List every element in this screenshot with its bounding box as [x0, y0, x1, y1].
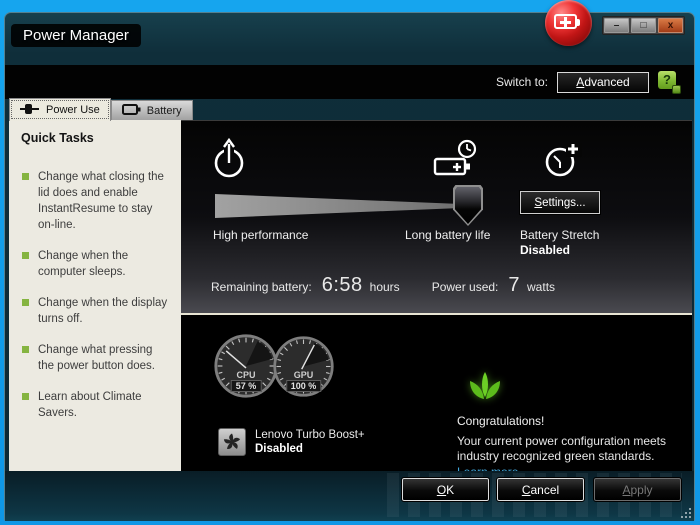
power-plan-slider-track[interactable] — [215, 194, 473, 218]
desktop-background: Power Manager – □ x Switch to: Advanced … — [0, 0, 700, 525]
plug-icon — [20, 103, 40, 118]
task-link-lid[interactable]: Change what closing the lid does and ena… — [21, 169, 171, 233]
advanced-button[interactable]: Advanced — [557, 72, 649, 93]
green-status-line1: Your current power configuration meets — [457, 434, 666, 448]
quick-tasks-sidebar: Quick Tasks Change what closing the lid … — [9, 120, 181, 471]
high-performance-label: High performance — [213, 228, 308, 242]
cpu-gauge-value: 57 % — [231, 380, 262, 392]
task-link-power-button[interactable]: Change what pressing the power button do… — [21, 342, 171, 374]
maximize-button[interactable]: □ — [631, 18, 656, 33]
remaining-battery-label: Remaining battery: — [211, 280, 312, 294]
tab-power-use[interactable]: Power Use — [9, 98, 111, 121]
main-content: High performance Long battery life Setti… — [181, 120, 692, 471]
turbo-boost-label: Lenovo Turbo Boost+ — [255, 429, 365, 441]
congratulations-title: Congratulations! — [457, 414, 544, 428]
tab-battery[interactable]: Battery — [111, 100, 193, 120]
turbo-boost-status: Disabled — [255, 443, 303, 455]
power-used-value: 7 — [508, 274, 520, 297]
battery-stretch-settings-button[interactable]: Settings... — [520, 191, 600, 214]
quick-tasks-list: Change what closing the lid does and ena… — [21, 169, 171, 421]
help-icon[interactable]: ? — [658, 71, 681, 94]
cpu-gauge-label: CPU — [213, 370, 279, 380]
battery-stretch-status: Disabled — [520, 243, 570, 257]
green-status-line2: industry recognized green standards. — [457, 449, 654, 463]
battery-stretch-icon — [541, 137, 583, 181]
gpu-gauge-value: 100 % — [286, 380, 322, 392]
apply-button[interactable]: Apply — [594, 478, 681, 501]
window-controls: – □ x — [602, 16, 685, 35]
ok-button[interactable]: OK — [402, 478, 489, 501]
tab-bar: Power Use Battery — [9, 98, 193, 120]
cpu-gauge: CPU 57 % — [213, 333, 279, 399]
power-used-label: Power used: — [432, 280, 499, 294]
power-manager-window: Power Manager – □ x Switch to: Advanced … — [4, 12, 695, 521]
green-leaf-icon — [467, 367, 503, 408]
close-button[interactable]: x — [658, 18, 683, 33]
quick-tasks-heading: Quick Tasks — [21, 131, 171, 145]
resize-grip[interactable] — [679, 506, 691, 518]
status-panel: CPU 57 % — [181, 315, 692, 471]
high-performance-icon — [211, 137, 247, 181]
remaining-battery-unit: hours — [370, 280, 400, 294]
task-link-sleep[interactable]: Change when the computer sleeps. — [21, 248, 171, 280]
long-battery-life-label: Long battery life — [405, 228, 490, 242]
power-used-unit: watts — [527, 280, 555, 294]
long-battery-life-icon — [433, 137, 483, 181]
header-strip: Switch to: Advanced ? — [5, 65, 694, 99]
task-link-display[interactable]: Change when the display turns off. — [21, 295, 171, 327]
remaining-battery-value: 6:58 — [322, 274, 363, 297]
gpu-gauge: GPU 100 % — [272, 335, 335, 398]
window-title: Power Manager — [11, 24, 141, 47]
turbo-boost-fan-icon[interactable] — [218, 428, 246, 456]
footer-bar: OK Cancel Apply — [5, 471, 694, 521]
power-manager-badge-icon — [545, 0, 592, 46]
battery-icon — [122, 104, 141, 118]
cancel-button[interactable]: Cancel — [497, 478, 584, 501]
task-link-climate-savers[interactable]: Learn about Climate Savers. — [21, 389, 171, 421]
power-plan-slider-thumb[interactable] — [453, 185, 483, 226]
battery-stretch-label: Battery Stretch — [520, 228, 599, 242]
battery-stats: Remaining battery: 6:58 hours Power used… — [211, 274, 555, 297]
power-plan-panel: High performance Long battery life Setti… — [181, 120, 692, 313]
minimize-button[interactable]: – — [604, 18, 629, 33]
switch-to-label: Switch to: — [496, 75, 548, 89]
